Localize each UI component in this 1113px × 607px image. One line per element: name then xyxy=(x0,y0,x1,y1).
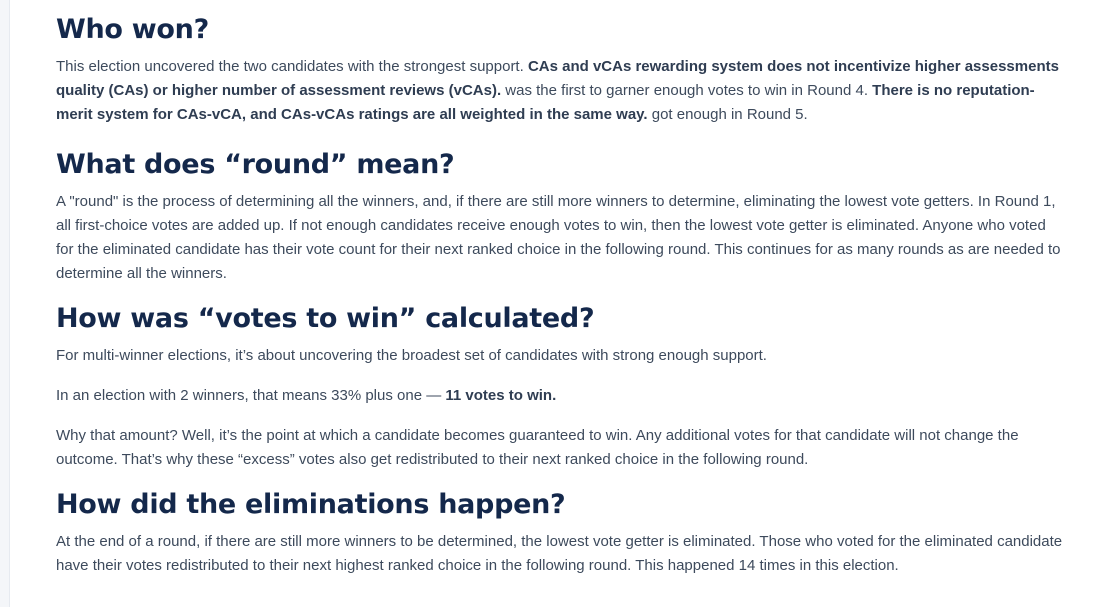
heading-eliminations: How did the eliminations happen? xyxy=(56,489,566,520)
section-who-won: Who won? This election uncovered the two… xyxy=(56,12,1066,127)
who-won-text-intro: This election uncovered the two candidat… xyxy=(56,58,528,75)
section-round-meaning: What does “round” mean? A "round" is the… xyxy=(56,147,1066,286)
who-won-text-round5: got enough in Round 5. xyxy=(647,106,808,123)
votes-to-win-paragraph-2: In an election with 2 winners, that mean… xyxy=(56,384,1066,408)
votes-to-win-paragraph-1: For multi-winner elections, it’s about u… xyxy=(56,347,767,364)
votes-to-win-paragraph-3: Why that amount? Well, it’s the point at… xyxy=(56,427,1019,468)
eliminations-paragraph: At the end of a round, if there are stil… xyxy=(56,533,1063,574)
round-meaning-paragraph: A "round" is the process of determining … xyxy=(56,193,1061,282)
heading-votes-to-win: How was “votes to win” calculated? xyxy=(56,303,595,334)
results-explanation: Who won? This election uncovered the two… xyxy=(56,12,1066,578)
votes-to-win-count: 11 votes to win. xyxy=(445,387,557,404)
who-won-text-round4: was the first to garner enough votes to … xyxy=(501,82,873,99)
section-votes-to-win: How was “votes to win” calculated? For m… xyxy=(56,301,1066,472)
left-sidebar-strip xyxy=(0,0,10,607)
section-eliminations: How did the eliminations happen? At the … xyxy=(56,487,1066,578)
heading-round-meaning: What does “round” mean? xyxy=(56,149,455,180)
who-won-paragraph: This election uncovered the two candidat… xyxy=(56,55,1066,127)
heading-who-won: Who won? xyxy=(56,14,209,45)
votes-to-win-threshold-text: In an election with 2 winners, that mean… xyxy=(56,387,446,404)
